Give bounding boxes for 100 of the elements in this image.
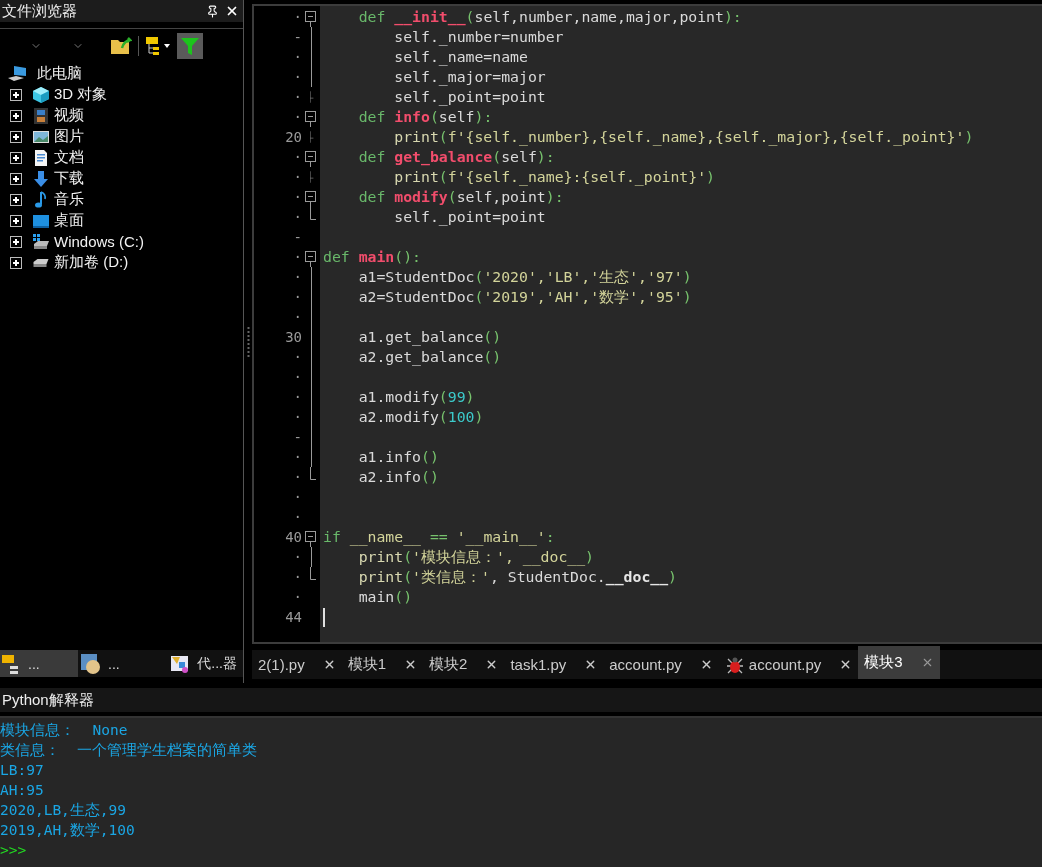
code-line: a1.modify(99) [357, 387, 475, 407]
code-line: print('类信息：', StudentDoc.__doc__) [357, 567, 678, 587]
console-output: LB:97 [0, 762, 44, 778]
code-line: self._point=point [393, 207, 546, 227]
code-line: def __init__(self,number,name,major,point): [357, 7, 742, 27]
editor-tab[interactable]: 模块1 [341, 650, 424, 679]
code-line: self._number=number [393, 27, 564, 47]
close-icon[interactable] [225, 4, 239, 18]
line-number: - [292, 229, 302, 245]
line-number: · [292, 389, 302, 405]
line-number: · [292, 49, 302, 65]
code-line: print(f'{self._number},{self._name},{self._major},{self._point}') [393, 127, 974, 147]
code-line: self._major=major [393, 67, 546, 87]
line-number: · [292, 509, 302, 525]
code-line: self._point=point [393, 87, 546, 107]
console-output: 类信息： 一个管理学生档案的简单类 [0, 742, 258, 758]
tree-item[interactable]: Windows (C:) [54, 233, 144, 250]
editor-tab[interactable]: 模块3 [858, 646, 940, 679]
computer-icon [6, 64, 28, 83]
panel-title: Python解释器 [2, 690, 94, 710]
line-number: 20 [284, 129, 302, 145]
line-number: · [292, 589, 302, 605]
tree-item[interactable]: 新加卷 (D:) [54, 253, 129, 272]
tree-item[interactable]: 桌面 [54, 211, 84, 230]
editor-tab[interactable]: account.py [603, 650, 719, 679]
line-number: · [292, 149, 302, 165]
line-number: · [292, 309, 302, 325]
tree-item[interactable]: 文档 [54, 148, 84, 167]
editor-tab[interactable]: account.py [718, 650, 859, 679]
expand-icon[interactable] [10, 88, 22, 101]
line-number: · [292, 349, 302, 365]
line-number: · [292, 189, 302, 205]
expand-icon[interactable] [10, 256, 22, 269]
tree-item[interactable]: 下载 [54, 169, 84, 188]
tree-item[interactable]: 此电脑 [37, 64, 82, 83]
code-line: def main(): [323, 247, 421, 267]
panel-title: 文件浏览器 [2, 1, 78, 21]
folder-arrow-icon[interactable] [110, 36, 132, 56]
line-number: · [292, 89, 302, 105]
code-line: a2.modify(100) [357, 407, 484, 427]
console-output: 模块信息： None [0, 722, 128, 738]
package-icon [80, 652, 102, 675]
splitter-grip-icon[interactable] [246, 326, 250, 357]
code-line: a2.get_balance() [357, 347, 502, 367]
editor-tab[interactable]: 2(1).py [252, 650, 342, 679]
code-line: main() [357, 587, 413, 607]
document-icon [32, 148, 50, 167]
line-number: · [292, 9, 302, 25]
expand-icon[interactable] [10, 193, 22, 206]
code-line: print('模块信息：', __doc__) [357, 547, 595, 567]
expand-icon[interactable] [10, 235, 22, 248]
line-number: · [292, 109, 302, 125]
console-output: 2019,AH,数学,100 [0, 822, 135, 838]
expand-icon[interactable] [10, 151, 22, 164]
console-prompt: >>> [0, 842, 27, 858]
line-number: · [292, 269, 302, 285]
code-line: def info(self): [357, 107, 493, 127]
panel-tab[interactable]: ... [0, 650, 78, 677]
code-line: a1=StudentDoc('2020','LB','生态','97') [357, 267, 692, 287]
line-number: · [292, 489, 302, 505]
code-line: def modify(self,point): [357, 187, 564, 207]
tree-item[interactable]: 图片 [54, 127, 84, 146]
code-line: a1.get_balance() [357, 327, 502, 347]
console-output: AH:95 [0, 782, 44, 798]
pin-icon[interactable] [206, 4, 219, 18]
editor-tab[interactable]: task1.py [504, 650, 604, 679]
line-number: · [292, 209, 302, 225]
editor-tab[interactable]: 模块2 [423, 650, 505, 679]
expand-icon[interactable] [10, 172, 22, 185]
code-line: self._name=name [393, 47, 528, 67]
line-number: 40 [284, 529, 302, 545]
line-number: · [292, 569, 302, 585]
line-number: · [292, 549, 302, 565]
expand-icon[interactable] [10, 214, 22, 227]
expand-icon[interactable] [10, 109, 22, 122]
line-number: · [292, 469, 302, 485]
folder-tree-icon[interactable] [145, 36, 173, 56]
line-number: · [292, 249, 302, 265]
tree-item[interactable]: 音乐 [54, 190, 84, 209]
expand-icon[interactable] [10, 130, 22, 143]
code-line: print(f'{self._name}:{self._point}') [393, 167, 715, 187]
code-line: if __name__ == '__main__': [323, 527, 555, 547]
line-number: · [292, 449, 302, 465]
line-number: · [292, 409, 302, 425]
tree-item[interactable]: 3D 对象 [54, 85, 108, 104]
code-line: a2.info() [357, 467, 439, 487]
cube-icon [32, 85, 50, 104]
line-number: 30 [284, 329, 302, 345]
drive-icon [32, 257, 50, 268]
line-number: · [292, 169, 302, 185]
filter-icon[interactable] [180, 36, 200, 56]
film-icon [32, 106, 50, 125]
line-number: - [292, 29, 302, 45]
code-line: a2=StudentDoc('2019','AH','数学','95') [357, 287, 692, 307]
tree-item[interactable]: 视频 [54, 106, 84, 125]
code-line: def get_balance(self): [357, 147, 555, 167]
line-number: · [292, 289, 302, 305]
down-arrow-icon [32, 169, 50, 188]
line-number: · [292, 369, 302, 385]
drive-icon [32, 232, 50, 251]
